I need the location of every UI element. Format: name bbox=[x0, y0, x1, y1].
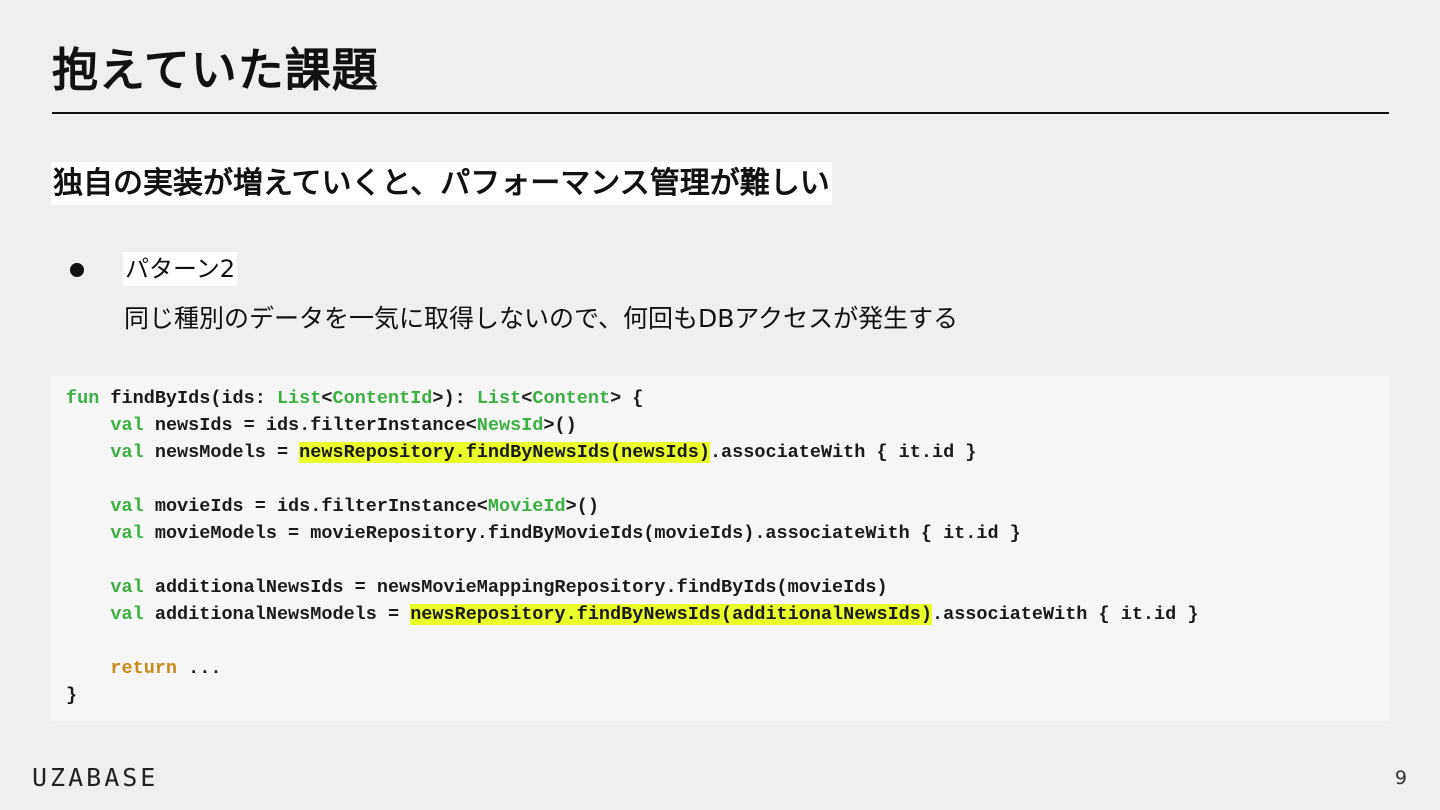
company-logo: UZABASE bbox=[32, 763, 159, 792]
code-text: additionalNewsModels = bbox=[143, 604, 411, 625]
code-line: val newsModels = newsRepository.findByNe… bbox=[66, 439, 976, 466]
bullet-label: パターン2 bbox=[123, 252, 238, 286]
code-keyword: List bbox=[476, 388, 522, 409]
code-text: newsIds = ids.filterInstance< bbox=[143, 415, 477, 436]
bullet-description: 同じ種別のデータを一気に取得しないので、何回もDBアクセスが発生する bbox=[124, 304, 959, 333]
code-keyword: val bbox=[110, 496, 144, 517]
page-number: 9 bbox=[1394, 767, 1407, 789]
code-line: val additionalNewsIds = newsMovieMapping… bbox=[66, 574, 888, 601]
title-divider bbox=[52, 112, 1389, 114]
code-line: } bbox=[66, 682, 77, 709]
code-keyword: List bbox=[276, 388, 322, 409]
code-text: findByIds(ids: bbox=[99, 388, 277, 409]
code-keyword: fun bbox=[66, 388, 100, 409]
code-keyword: Content bbox=[532, 388, 611, 409]
code-line: val newsIds = ids.filterInstance<NewsId>… bbox=[66, 412, 577, 439]
code-line: fun findByIds(ids: List<ContentId>): Lis… bbox=[66, 385, 643, 412]
code-line: val movieModels = movieRepository.findBy… bbox=[66, 520, 1021, 547]
code-text: } bbox=[66, 685, 78, 706]
code-keyword: val bbox=[110, 604, 144, 625]
code-text: ... bbox=[177, 658, 222, 679]
code-text: newsModels = bbox=[143, 442, 300, 463]
code-text: < bbox=[321, 388, 333, 409]
code-line: val movieIds = ids.filterInstance<MovieI… bbox=[66, 493, 599, 520]
code-text: additionalNewsIds = newsMovieMappingRepo… bbox=[143, 577, 888, 598]
code-keyword: ContentId bbox=[332, 388, 433, 409]
code-block: fun findByIds(ids: List<ContentId>): Lis… bbox=[51, 376, 1389, 721]
code-keyword: val bbox=[110, 577, 144, 598]
code-text: >): bbox=[432, 388, 477, 409]
code-text: < bbox=[521, 388, 533, 409]
code-text: >() bbox=[565, 496, 599, 517]
code-line: return ... bbox=[66, 655, 221, 682]
slide-title: 抱えていた課題 bbox=[52, 43, 379, 97]
code-highlight: newsRepository.findByNewsIds(additionalN… bbox=[410, 604, 932, 625]
code-highlight: newsRepository.findByNewsIds(newsIds) bbox=[299, 442, 710, 463]
code-text: .associateWith { it.id } bbox=[709, 442, 977, 463]
code-line: val additionalNewsModels = newsRepositor… bbox=[66, 601, 1198, 628]
code-keyword: MovieId bbox=[487, 496, 566, 517]
code-keyword: val bbox=[110, 442, 144, 463]
code-text: .associateWith { it.id } bbox=[931, 604, 1199, 625]
code-keyword: val bbox=[110, 415, 144, 436]
code-text: > { bbox=[610, 388, 644, 409]
code-keyword: NewsId bbox=[476, 415, 544, 436]
code-keyword: return bbox=[110, 658, 178, 679]
code-text: movieModels = movieRepository.findByMovi… bbox=[143, 523, 1021, 544]
code-text: >() bbox=[543, 415, 577, 436]
bullet-icon bbox=[70, 263, 84, 277]
code-keyword: val bbox=[110, 523, 144, 544]
slide-subtitle: 独自の実装が増えていくと、パフォーマンス管理が難しい bbox=[51, 162, 832, 205]
code-text: movieIds = ids.filterInstance< bbox=[143, 496, 488, 517]
